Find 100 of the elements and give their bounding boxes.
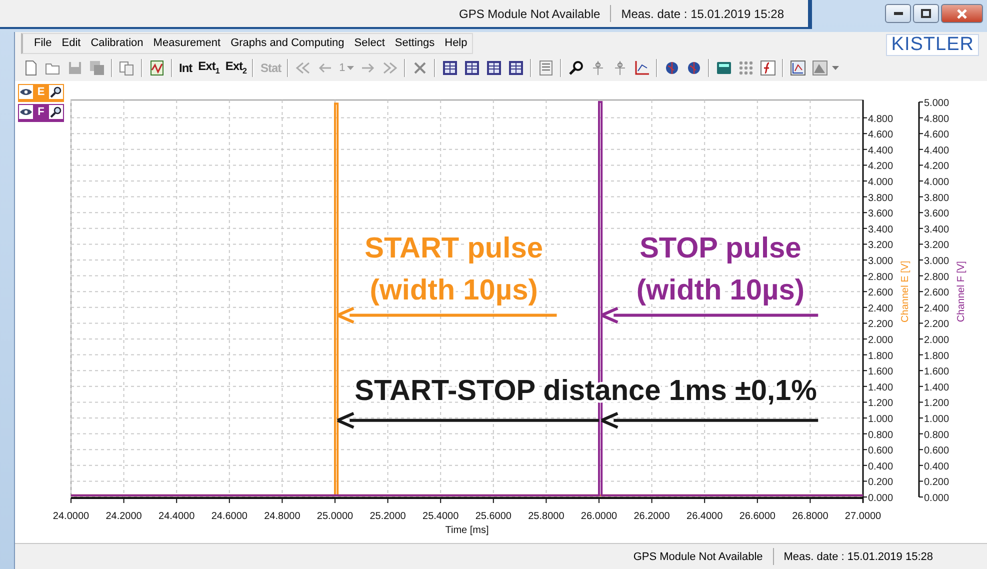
zoom-icon[interactable] [49,85,63,99]
toolbar-text-button[interactable]: Ext$_{2}$ [223,58,248,78]
line-chart-icon[interactable] [790,60,806,76]
menu-item[interactable]: Settings [390,37,440,49]
restore-icon [921,9,931,18]
axis-tick-label: 25.6000 [475,511,512,522]
axis-tick-label: 2.400 [868,303,894,314]
table-icon[interactable] [486,60,502,76]
cross-icon[interactable] [412,60,428,76]
toolbar-text-button[interactable]: Int [177,58,194,78]
axis-tick-label: 4.000 [924,177,950,188]
axis-tick-label: 0.600 [868,446,894,457]
menu-item[interactable]: Measurement [148,37,226,49]
axis-tick-label: 4.200 [924,161,950,172]
axis-tick-label: 2.600 [868,288,894,299]
axis-tick-label: 1.800 [924,350,950,362]
zoom-icon[interactable] [49,105,63,119]
globe-icon[interactable] [664,60,680,76]
axis-icon[interactable] [634,60,650,76]
axis-tick-label: 0.000 [924,493,950,504]
axis-tick-label: 4.200 [868,161,894,172]
menu-item[interactable]: Select [349,37,390,49]
toolbar-text-button[interactable]: Ext$_{1}$ [196,58,222,78]
axis-tick-label: 27.0000 [844,511,882,522]
axis-tick-label: 4.800 [924,114,950,125]
table-icon[interactable] [442,60,458,76]
search-icon[interactable] [568,60,584,76]
axis-tick-label: 2.400 [924,303,950,314]
axis-tick-label: 3.200 [924,240,950,252]
axis-tick-label: 0.200 [924,477,950,488]
calculator-icon[interactable] [716,60,732,76]
axis-title: Time [ms] [445,525,489,536]
axis-tick-label: 1.400 [924,382,950,394]
axis-tick-label: 24.6000 [211,511,248,522]
menu-item[interactable]: Help [440,37,472,49]
axis-tick-label: 24.8000 [264,511,300,522]
mountain-chart-icon[interactable] [812,60,828,76]
axis-tick-label: 0.600 [924,446,950,457]
axis-tick-label: 2.600 [924,288,950,299]
axis-tick-label: 1.600 [868,366,894,378]
axis-tick-label: 1.600 [924,366,950,378]
table-icon[interactable] [464,60,480,76]
annotation-text: START pulse [364,232,543,265]
dot-grid-icon[interactable] [738,60,754,76]
axis-tick-label: 4.600 [868,130,894,141]
close-button[interactable] [941,4,983,23]
axis-title: Channel F [V] [956,261,967,322]
brand-logo: KISTLER [886,34,979,56]
axis-tick-label: 3.800 [924,192,950,204]
menu-item[interactable]: Graphs and Computing [226,37,350,49]
axis-tick-label: 0.800 [924,430,950,441]
restore-button[interactable] [913,4,939,23]
annotation-text: STOP pulse [640,232,802,265]
annotation-text: (width 10µs) [370,274,538,307]
axis-tick-label: 0.400 [868,461,894,472]
axis-tick-label: 25.8000 [528,511,564,522]
function-icon[interactable] [760,60,776,76]
axis-tick-label: 3.000 [924,256,950,267]
axis-tick-label: 26.4000 [686,511,723,522]
grid-chart-icon[interactable] [149,60,165,76]
axis-tick-label: 4.600 [924,130,950,141]
axis-tick-label: 26.2000 [634,511,670,522]
eye-icon[interactable] [19,105,33,119]
axis-tick-label: 26.0000 [580,511,618,522]
eye-icon[interactable] [19,85,33,99]
status-text: Meas. date : 15.01.2019 15:28 [782,550,934,562]
axis-tick-label: 0.800 [868,430,894,441]
close-icon [957,8,967,18]
axis-title: Channel E [V] [900,260,911,322]
annotation-text: (width 10µs) [636,274,805,307]
document-icon[interactable] [23,60,39,76]
axis-tick-label: 3.400 [868,224,894,236]
copy-icon[interactable] [119,60,135,76]
axis-tick-label: 26.8000 [792,511,828,522]
axis-tick-label: 3.200 [868,240,894,252]
caret-icon[interactable] [832,66,840,70]
axis-tick-label: 0.200 [868,477,894,488]
menu-item[interactable]: File [29,37,57,49]
axis-tick-label: 4.400 [924,145,950,156]
axis-tick-label: 4.000 [868,177,894,188]
minimize-button[interactable] [885,4,911,23]
axis-tick-label: 1.000 [924,414,950,425]
axis-tick-label: 0.400 [924,461,950,472]
axis-tick-label: 1.400 [868,382,894,394]
table-icon[interactable] [508,60,524,76]
menu-item[interactable]: Edit [56,37,86,49]
axis-tick-label: 1.200 [924,398,950,410]
list-icon[interactable] [538,60,554,76]
axis-tick-label: 24.0000 [52,511,90,522]
globe-icon[interactable] [686,60,702,76]
axis-tick-label: 1.200 [868,398,894,410]
axis-tick-label: 2.000 [868,335,894,346]
minimize-icon [894,12,902,16]
menu-item[interactable]: Calibration [86,37,148,49]
axis-tick-label: 25.0000 [316,511,354,522]
axis-tick-label: 4.800 [868,114,894,125]
axis-tick-label: 3.800 [868,192,894,204]
axis-tick-label: 3.600 [868,208,894,220]
status-text: Meas. date : 15.01.2019 15:28 [620,6,785,20]
axis-tick-label: 5.000 [924,98,950,109]
